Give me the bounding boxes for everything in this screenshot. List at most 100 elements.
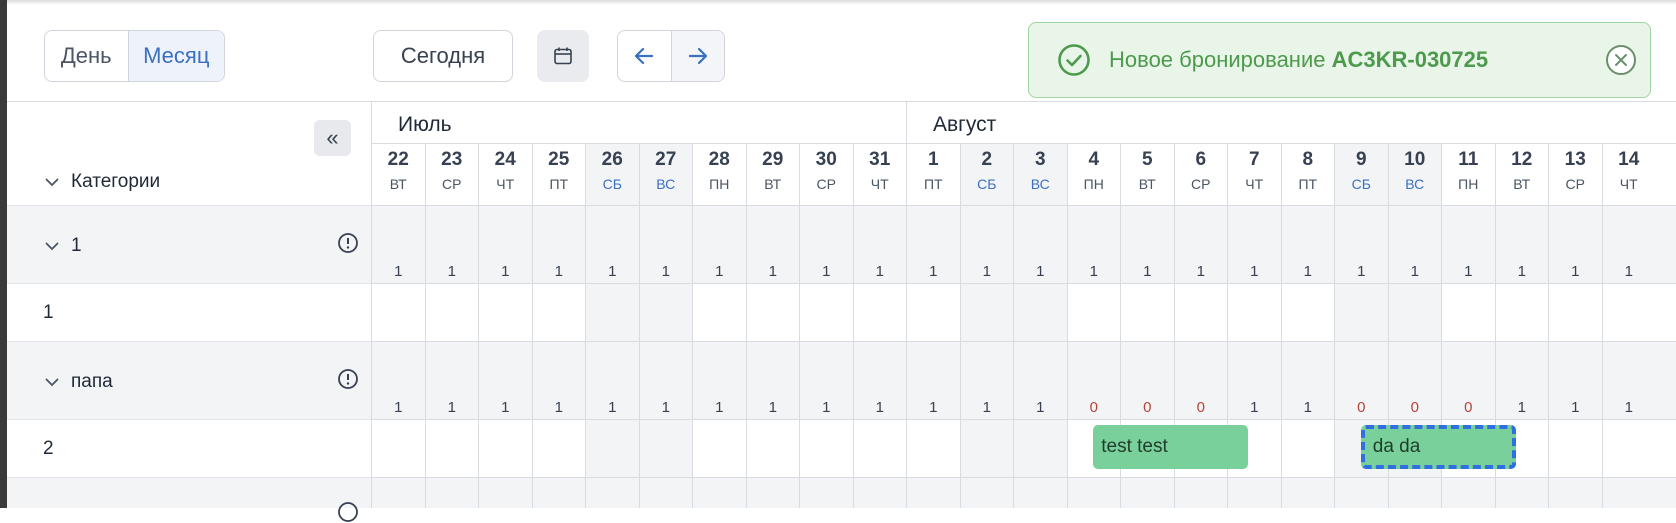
view-switch: День Месяц bbox=[44, 30, 225, 82]
availability-count: 1 bbox=[1517, 263, 1526, 280]
booking-code: AC3KR-030725 bbox=[1331, 47, 1489, 72]
room-label: 2 bbox=[43, 438, 54, 459]
availability-count: 1 bbox=[982, 263, 991, 280]
weekday-label: ПТ bbox=[549, 176, 569, 192]
day-column[interactable]: 24 ЧТ 1 1 bbox=[478, 143, 532, 508]
day-number: 30 bbox=[815, 149, 837, 170]
availability-count: 1 bbox=[1143, 263, 1152, 280]
day-number: 29 bbox=[762, 149, 784, 170]
day-column[interactable]: 8 ПТ 1 1 bbox=[1280, 143, 1335, 508]
weekday-label: ПТ bbox=[923, 176, 943, 192]
weekday-label: СР bbox=[1191, 176, 1211, 192]
category-group-row[interactable]: 1 bbox=[7, 205, 371, 283]
availability-count: 1 bbox=[822, 263, 831, 280]
room-row: 1 bbox=[7, 283, 371, 341]
booking-bar[interactable]: test test bbox=[1093, 425, 1249, 469]
availability-count: 1 bbox=[501, 263, 510, 280]
category-group-row[interactable] bbox=[7, 477, 371, 522]
weekday-label: СБ bbox=[1351, 176, 1371, 192]
availability-count: 1 bbox=[1571, 263, 1580, 280]
calendar-picker-button[interactable] bbox=[537, 30, 589, 82]
calendar-grid: Июль Август 22 ВТ 1 1 23 СР 1 1 24 ЧТ 1 1 25 ПТ 1 1 26 СБ… bbox=[371, 101, 1676, 508]
weekday-label: ПН bbox=[1083, 176, 1104, 192]
today-button[interactable]: Сегодня bbox=[373, 30, 513, 82]
availability-count: 1 bbox=[768, 399, 777, 416]
room-row: 2 bbox=[7, 419, 371, 477]
month-label: Август bbox=[933, 113, 997, 136]
weekday-label: ЧТ bbox=[1245, 176, 1264, 192]
date-navigation bbox=[617, 30, 725, 82]
next-button[interactable] bbox=[670, 31, 724, 81]
day-column[interactable]: 14 ЧТ 1 1 bbox=[1601, 143, 1656, 508]
chevron-down-icon bbox=[45, 378, 59, 386]
month-separator bbox=[906, 101, 907, 143]
alert-circle-icon[interactable] bbox=[337, 501, 359, 523]
day-number: 25 bbox=[548, 149, 570, 170]
day-number: 14 bbox=[1618, 149, 1640, 170]
availability-count: 1 bbox=[929, 263, 938, 280]
day-column[interactable]: 28 ПН 1 1 bbox=[692, 143, 746, 508]
day-column[interactable]: 2 СБ 1 1 bbox=[959, 143, 1013, 508]
day-column[interactable]: 13 СР 1 1 bbox=[1548, 143, 1602, 508]
categories-label: Категории bbox=[71, 171, 161, 192]
day-column[interactable]: 29 ВТ 1 1 bbox=[745, 143, 800, 508]
categories-header[interactable]: Категории bbox=[45, 171, 160, 193]
month-label: Июль bbox=[398, 113, 452, 136]
availability-count: 0 bbox=[1089, 399, 1098, 416]
availability-count: 1 bbox=[982, 399, 991, 416]
weekday-label: ЧТ bbox=[496, 176, 515, 192]
weekday-label: ЧТ bbox=[1619, 176, 1638, 192]
availability-count: 1 bbox=[447, 263, 456, 280]
weekday-label: ПТ bbox=[1298, 176, 1318, 192]
alert-circle-icon[interactable] bbox=[337, 368, 359, 390]
day-column[interactable]: 31 ЧТ 1 1 bbox=[852, 143, 907, 508]
day-number: 13 bbox=[1564, 149, 1586, 170]
availability-count: 1 bbox=[1624, 399, 1633, 416]
day-number: 5 bbox=[1141, 149, 1153, 170]
category-group-row[interactable]: папа bbox=[7, 341, 371, 419]
day-column[interactable]: 25 ПТ 1 1 bbox=[531, 143, 586, 508]
category-label: 1 bbox=[71, 235, 82, 256]
day-column[interactable]: 22 ВТ 1 1 bbox=[371, 143, 425, 508]
grid-line bbox=[371, 477, 1676, 478]
availability-count: 1 bbox=[1303, 263, 1312, 280]
category-label: папа bbox=[71, 371, 113, 392]
grid-line bbox=[371, 283, 1676, 284]
day-number: 11 bbox=[1458, 149, 1479, 170]
booking-bar[interactable]: da da bbox=[1360, 425, 1516, 469]
prev-button[interactable] bbox=[618, 31, 671, 81]
day-number: 2 bbox=[981, 149, 993, 170]
day-number: 23 bbox=[441, 149, 463, 170]
day-column[interactable]: 26 СБ 1 1 bbox=[585, 143, 639, 508]
alert-circle-icon[interactable] bbox=[337, 232, 359, 254]
availability-count: 0 bbox=[1357, 399, 1366, 416]
view-month-button[interactable]: Месяц bbox=[127, 31, 224, 81]
availability-count: 1 bbox=[1571, 399, 1580, 416]
weekday-label: ВС bbox=[1030, 176, 1050, 192]
availability-count: 0 bbox=[1410, 399, 1419, 416]
availability-count: 1 bbox=[1196, 263, 1205, 280]
day-number: 3 bbox=[1034, 149, 1046, 170]
availability-count: 1 bbox=[501, 399, 510, 416]
day-column[interactable]: 23 СР 1 1 bbox=[424, 143, 479, 508]
availability-count: 1 bbox=[554, 399, 563, 416]
arrow-right-icon bbox=[688, 47, 707, 65]
weekday-label: ВТ bbox=[1513, 176, 1531, 192]
view-day-button[interactable]: День bbox=[45, 31, 128, 81]
day-number: 9 bbox=[1355, 149, 1367, 170]
availability-count: 1 bbox=[1250, 399, 1259, 416]
day-column[interactable]: 1 ПТ 1 1 bbox=[906, 143, 960, 508]
availability-count: 1 bbox=[661, 399, 670, 416]
chevron-down-icon bbox=[45, 178, 59, 186]
availability-count: 1 bbox=[1464, 263, 1473, 280]
availability-count: 1 bbox=[1303, 399, 1312, 416]
day-column[interactable]: 3 ВС 1 1 bbox=[1013, 143, 1067, 508]
weekday-label: СБ bbox=[602, 176, 622, 192]
collapse-sidebar-button[interactable]: « bbox=[314, 120, 351, 156]
weekday-label: ВС bbox=[656, 176, 676, 192]
close-icon[interactable] bbox=[1605, 44, 1637, 76]
day-column[interactable]: 30 СР 1 1 bbox=[799, 143, 853, 508]
day-number: 4 bbox=[1088, 149, 1100, 170]
availability-count: 1 bbox=[1517, 399, 1526, 416]
day-column[interactable]: 27 ВС 1 1 bbox=[638, 143, 692, 508]
